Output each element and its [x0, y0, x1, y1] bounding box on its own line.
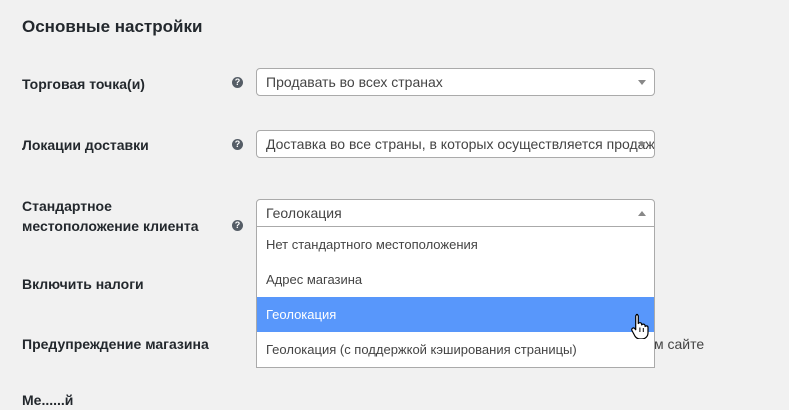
chevron-down-icon: [638, 142, 646, 147]
default-location-select[interactable]: Геолокация: [256, 199, 655, 227]
default-location-value: Геолокация: [266, 205, 342, 221]
default-location-label-line2: местоположение клиента: [22, 218, 199, 234]
help-icon[interactable]: ?: [232, 139, 243, 150]
shipping-locations-select[interactable]: Доставка во все страны, в которых осущес…: [256, 130, 655, 158]
dropdown-option[interactable]: Геолокация (с поддержкой кэширования стр…: [257, 332, 654, 367]
store-notice-label: Предупреждение магазина: [22, 336, 209, 352]
dropdown-option[interactable]: Адрес магазина: [257, 262, 654, 297]
shipping-locations-label: Локации доставки: [22, 137, 149, 153]
default-location-label: Стандартное местоположение клиента: [22, 196, 199, 236]
help-icon[interactable]: ?: [232, 220, 243, 231]
default-location-label-line1: Стандартное: [22, 198, 112, 214]
enable-taxes-label: Включить налоги: [22, 276, 144, 292]
chevron-up-icon: [638, 211, 646, 216]
selling-location-value: Продавать во всех странах: [266, 74, 443, 90]
chevron-down-icon: [638, 80, 646, 85]
dropdown-option[interactable]: Нет стандартного местоположения: [257, 227, 654, 262]
help-icon[interactable]: ?: [232, 77, 243, 88]
section-title: Основные настройки: [22, 17, 203, 36]
selling-location-label: Торговая точка(и): [22, 76, 145, 92]
shipping-locations-value: Доставка во все страны, в которых осущес…: [266, 136, 655, 152]
default-location-dropdown: Нет стандартного местоположения Адрес ма…: [256, 227, 655, 368]
selling-location-select[interactable]: Продавать во всех странах: [256, 68, 655, 96]
store-notice-trailing-text: м сайте: [654, 336, 705, 352]
hand-pointer-icon: [631, 313, 649, 339]
dropdown-option-highlighted[interactable]: Геолокация: [257, 297, 654, 332]
next-row-label: Ме......й: [22, 392, 74, 408]
